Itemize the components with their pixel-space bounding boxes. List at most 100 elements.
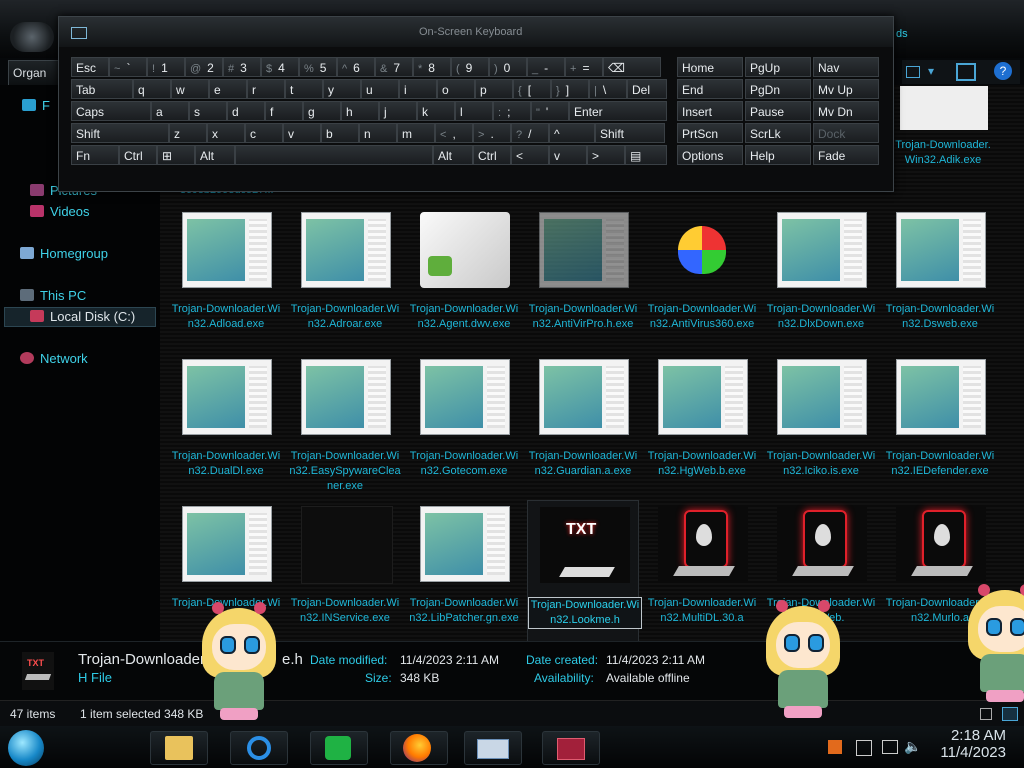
key[interactable]: Esc [71, 57, 109, 77]
key[interactable]: v [283, 123, 321, 143]
key[interactable]: k [417, 101, 455, 121]
key[interactable]: Insert [677, 101, 743, 121]
taskbar-media[interactable] [542, 731, 600, 765]
key[interactable]: n [359, 123, 397, 143]
key[interactable]: p [475, 79, 513, 99]
key[interactable]: PgDn [745, 79, 811, 99]
key[interactable]: #3 [223, 57, 261, 77]
file-tile[interactable]: Trojan-Downloader.Win32.EasySpywareClean… [289, 353, 401, 495]
key[interactable]: :; [493, 101, 531, 121]
key[interactable]: >. [473, 123, 511, 143]
key[interactable]: w [171, 79, 209, 99]
key[interactable]: i [399, 79, 437, 99]
file-thumbnail[interactable] [900, 86, 988, 130]
tray-network-icon[interactable] [882, 740, 898, 754]
key[interactable]: t [285, 79, 323, 99]
key[interactable]: Ctrl [119, 145, 157, 165]
key[interactable]: < [511, 145, 549, 165]
file-tile[interactable]: Trojan-Downloader.Win32.Iciko.is.exe [765, 353, 877, 495]
key[interactable]: <, [435, 123, 473, 143]
help-icon[interactable]: ? [994, 62, 1012, 80]
key[interactable]: * 8 [413, 57, 451, 77]
file-tile[interactable]: Trojan-Downloader.Win32.AntiVirus360.exe [646, 206, 758, 348]
file-tile[interactable]: Trojan-Downloader.Win32.DlxDown.exe [765, 206, 877, 348]
key[interactable]: Fade [813, 145, 879, 165]
key[interactable]: u [361, 79, 399, 99]
key[interactable]: q [133, 79, 171, 99]
key[interactable]: ⌫ [603, 57, 661, 77]
key[interactable]: | \ [589, 79, 627, 99]
file-tile[interactable]: TXT Trojan-Downloader.Win32.Lookme.h [527, 500, 642, 642]
nav-item-this-pc[interactable]: This PC [20, 287, 86, 305]
preview-pane-icon[interactable] [956, 63, 976, 81]
file-tile[interactable]: Trojan-Downloader.Win32.INService.exe [289, 500, 401, 642]
key[interactable]: @2 [185, 57, 223, 77]
file-tile[interactable]: Trojan-Downloader.Win32.MultiDL.30.a [646, 500, 758, 642]
key[interactable]: Enter [569, 101, 667, 121]
key[interactable]: Ctrl [473, 145, 511, 165]
key[interactable]: Mv Up [813, 79, 879, 99]
key[interactable]: g [303, 101, 341, 121]
key[interactable]: ) 0 [489, 57, 527, 77]
file-tile[interactable]: Trojan-Downloader.Win32.Dsweb.exe [884, 206, 996, 348]
key[interactable]: _ - [527, 57, 565, 77]
key[interactable]: x [207, 123, 245, 143]
key[interactable]: ⊞ [157, 145, 195, 165]
key[interactable]: Help [745, 145, 811, 165]
file-tile[interactable]: Trojan-Downloader.Win32.Guardian.a.exe [527, 353, 639, 495]
taskbar-clock[interactable]: 2:18 AM 11/4/2023 [930, 727, 1006, 761]
key[interactable]: Caps [71, 101, 151, 121]
key[interactable]: d [227, 101, 265, 121]
nav-item-network[interactable]: Network [20, 350, 88, 368]
key[interactable]: o [437, 79, 475, 99]
file-tile[interactable]: Trojan-Downloader.Win32.AntiVirPro.h.exe [527, 206, 639, 348]
key[interactable]: ~ ` [109, 57, 147, 77]
key[interactable]: PgUp [745, 57, 811, 77]
key[interactable]: " ' [531, 101, 569, 121]
key[interactable]: m [397, 123, 435, 143]
organize-button[interactable]: Organ [8, 60, 62, 86]
taskbar-firefox[interactable] [390, 731, 448, 765]
file-tile[interactable]: Trojan-Downloader.Win32.IEDefender.exe [884, 353, 996, 495]
key[interactable]: j [379, 101, 417, 121]
tray-flag-icon[interactable] [856, 740, 872, 756]
start-button[interactable] [8, 730, 44, 766]
key[interactable] [235, 145, 433, 165]
key[interactable]: Mv Dn [813, 101, 879, 121]
key[interactable]: a [151, 101, 189, 121]
taskbar-file-explorer[interactable] [150, 731, 208, 765]
key[interactable]: Tab [71, 79, 133, 99]
key[interactable]: Dock [813, 123, 879, 143]
key[interactable]: Fn [71, 145, 119, 165]
key[interactable]: z [169, 123, 207, 143]
key[interactable]: c [245, 123, 283, 143]
keyboard-titlebar[interactable]: On-Screen Keyboard [59, 17, 893, 47]
key[interactable]: Home [677, 57, 743, 77]
nav-item-homegroup[interactable]: Homegroup [20, 245, 108, 263]
key[interactable]: ▤ [625, 145, 667, 165]
key[interactable]: y [323, 79, 361, 99]
back-forward-orb[interactable] [10, 22, 54, 52]
key[interactable]: r [247, 79, 285, 99]
file-tile[interactable]: Trojan-Downloader.Win32.Agent.dwv.exe [408, 206, 520, 348]
key[interactable]: Options [677, 145, 743, 165]
key[interactable]: v [549, 145, 587, 165]
key[interactable]: ^ [549, 123, 595, 143]
nav-item-videos[interactable]: Videos [30, 203, 90, 221]
key[interactable]: l [455, 101, 493, 121]
key[interactable]: e [209, 79, 247, 99]
tray-app-icon[interactable] [828, 740, 842, 754]
key[interactable]: (9 [451, 57, 489, 77]
file-tile[interactable]: Trojan-Downloader.Win32.Adroar.exe [289, 206, 401, 348]
key[interactable]: s [189, 101, 227, 121]
key[interactable]: End [677, 79, 743, 99]
key[interactable]: Alt [433, 145, 473, 165]
key[interactable]: }] [551, 79, 589, 99]
key[interactable]: & 7 [375, 57, 413, 77]
tray-volume-icon[interactable]: 🔈 [904, 738, 921, 755]
nav-item-local-disk[interactable]: Local Disk (C:) [30, 308, 135, 326]
key[interactable]: {[ [513, 79, 551, 99]
key[interactable]: ! 1 [147, 57, 185, 77]
file-name[interactable]: Trojan-Downloader.Win32.Adik.exe [893, 138, 993, 168]
key[interactable]: ^ 6 [337, 57, 375, 77]
